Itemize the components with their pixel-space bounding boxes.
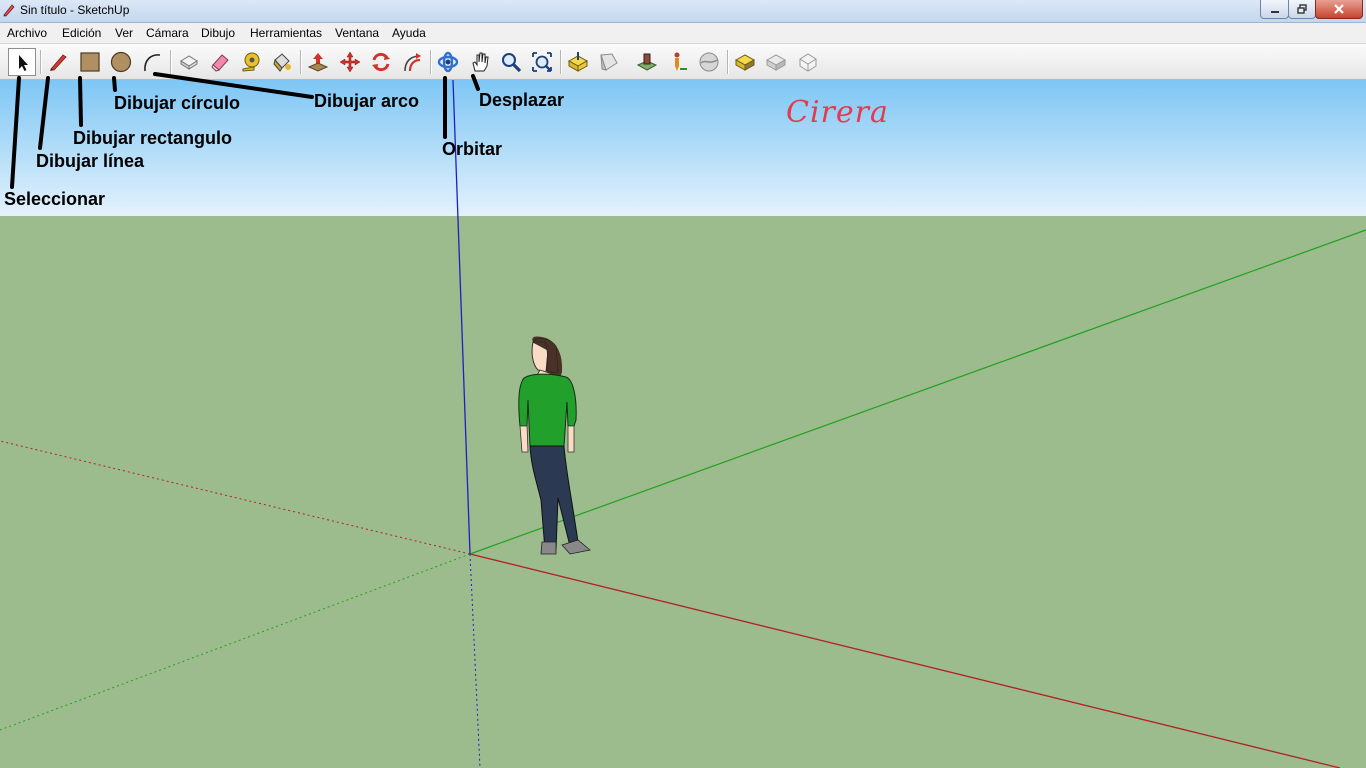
- author-watermark: Cirera: [786, 95, 889, 130]
- callout-line-dibujar-linea: [38, 76, 50, 150]
- callout-desplazar: Desplazar: [479, 90, 565, 110]
- callout-seleccionar: Seleccionar: [4, 189, 106, 209]
- callout-lines-layer: [10, 72, 480, 189]
- callout-dibujar-linea: Dibujar línea: [36, 151, 145, 171]
- callout-dibujar-arco: Dibujar arco: [314, 91, 420, 111]
- callout-line-dibujar-rectangulo: [78, 76, 83, 127]
- callout-dibujar-rectangulo: Dibujar rectangulo: [73, 128, 233, 148]
- callout-line-desplazar: [471, 74, 480, 91]
- callout-dibujar-circulo: Dibujar círculo: [114, 93, 241, 113]
- callout-line-seleccionar: [10, 76, 21, 189]
- callout-orbitar: Orbitar: [442, 139, 503, 159]
- callout-line-dibujar-circulo: [112, 76, 117, 92]
